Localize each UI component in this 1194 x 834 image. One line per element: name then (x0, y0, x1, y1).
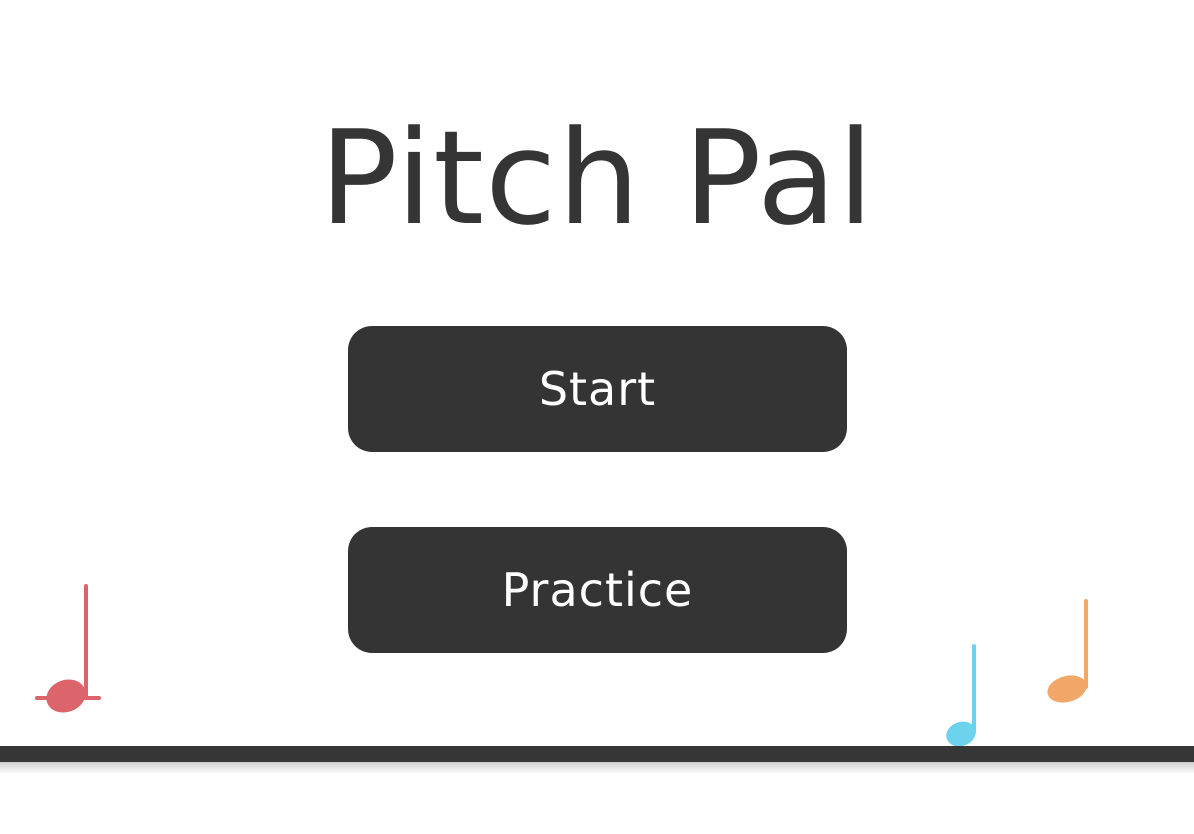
game-title: Pitch Pal (319, 102, 875, 254)
red-music-note-icon (35, 584, 101, 713)
practice-button[interactable]: Practice (348, 527, 847, 653)
ground-shadow (0, 762, 1194, 774)
ground-line (0, 746, 1194, 763)
orange-music-note-icon (1047, 599, 1088, 703)
start-button[interactable]: Start (348, 326, 847, 452)
blue-music-note-icon (946, 644, 976, 747)
